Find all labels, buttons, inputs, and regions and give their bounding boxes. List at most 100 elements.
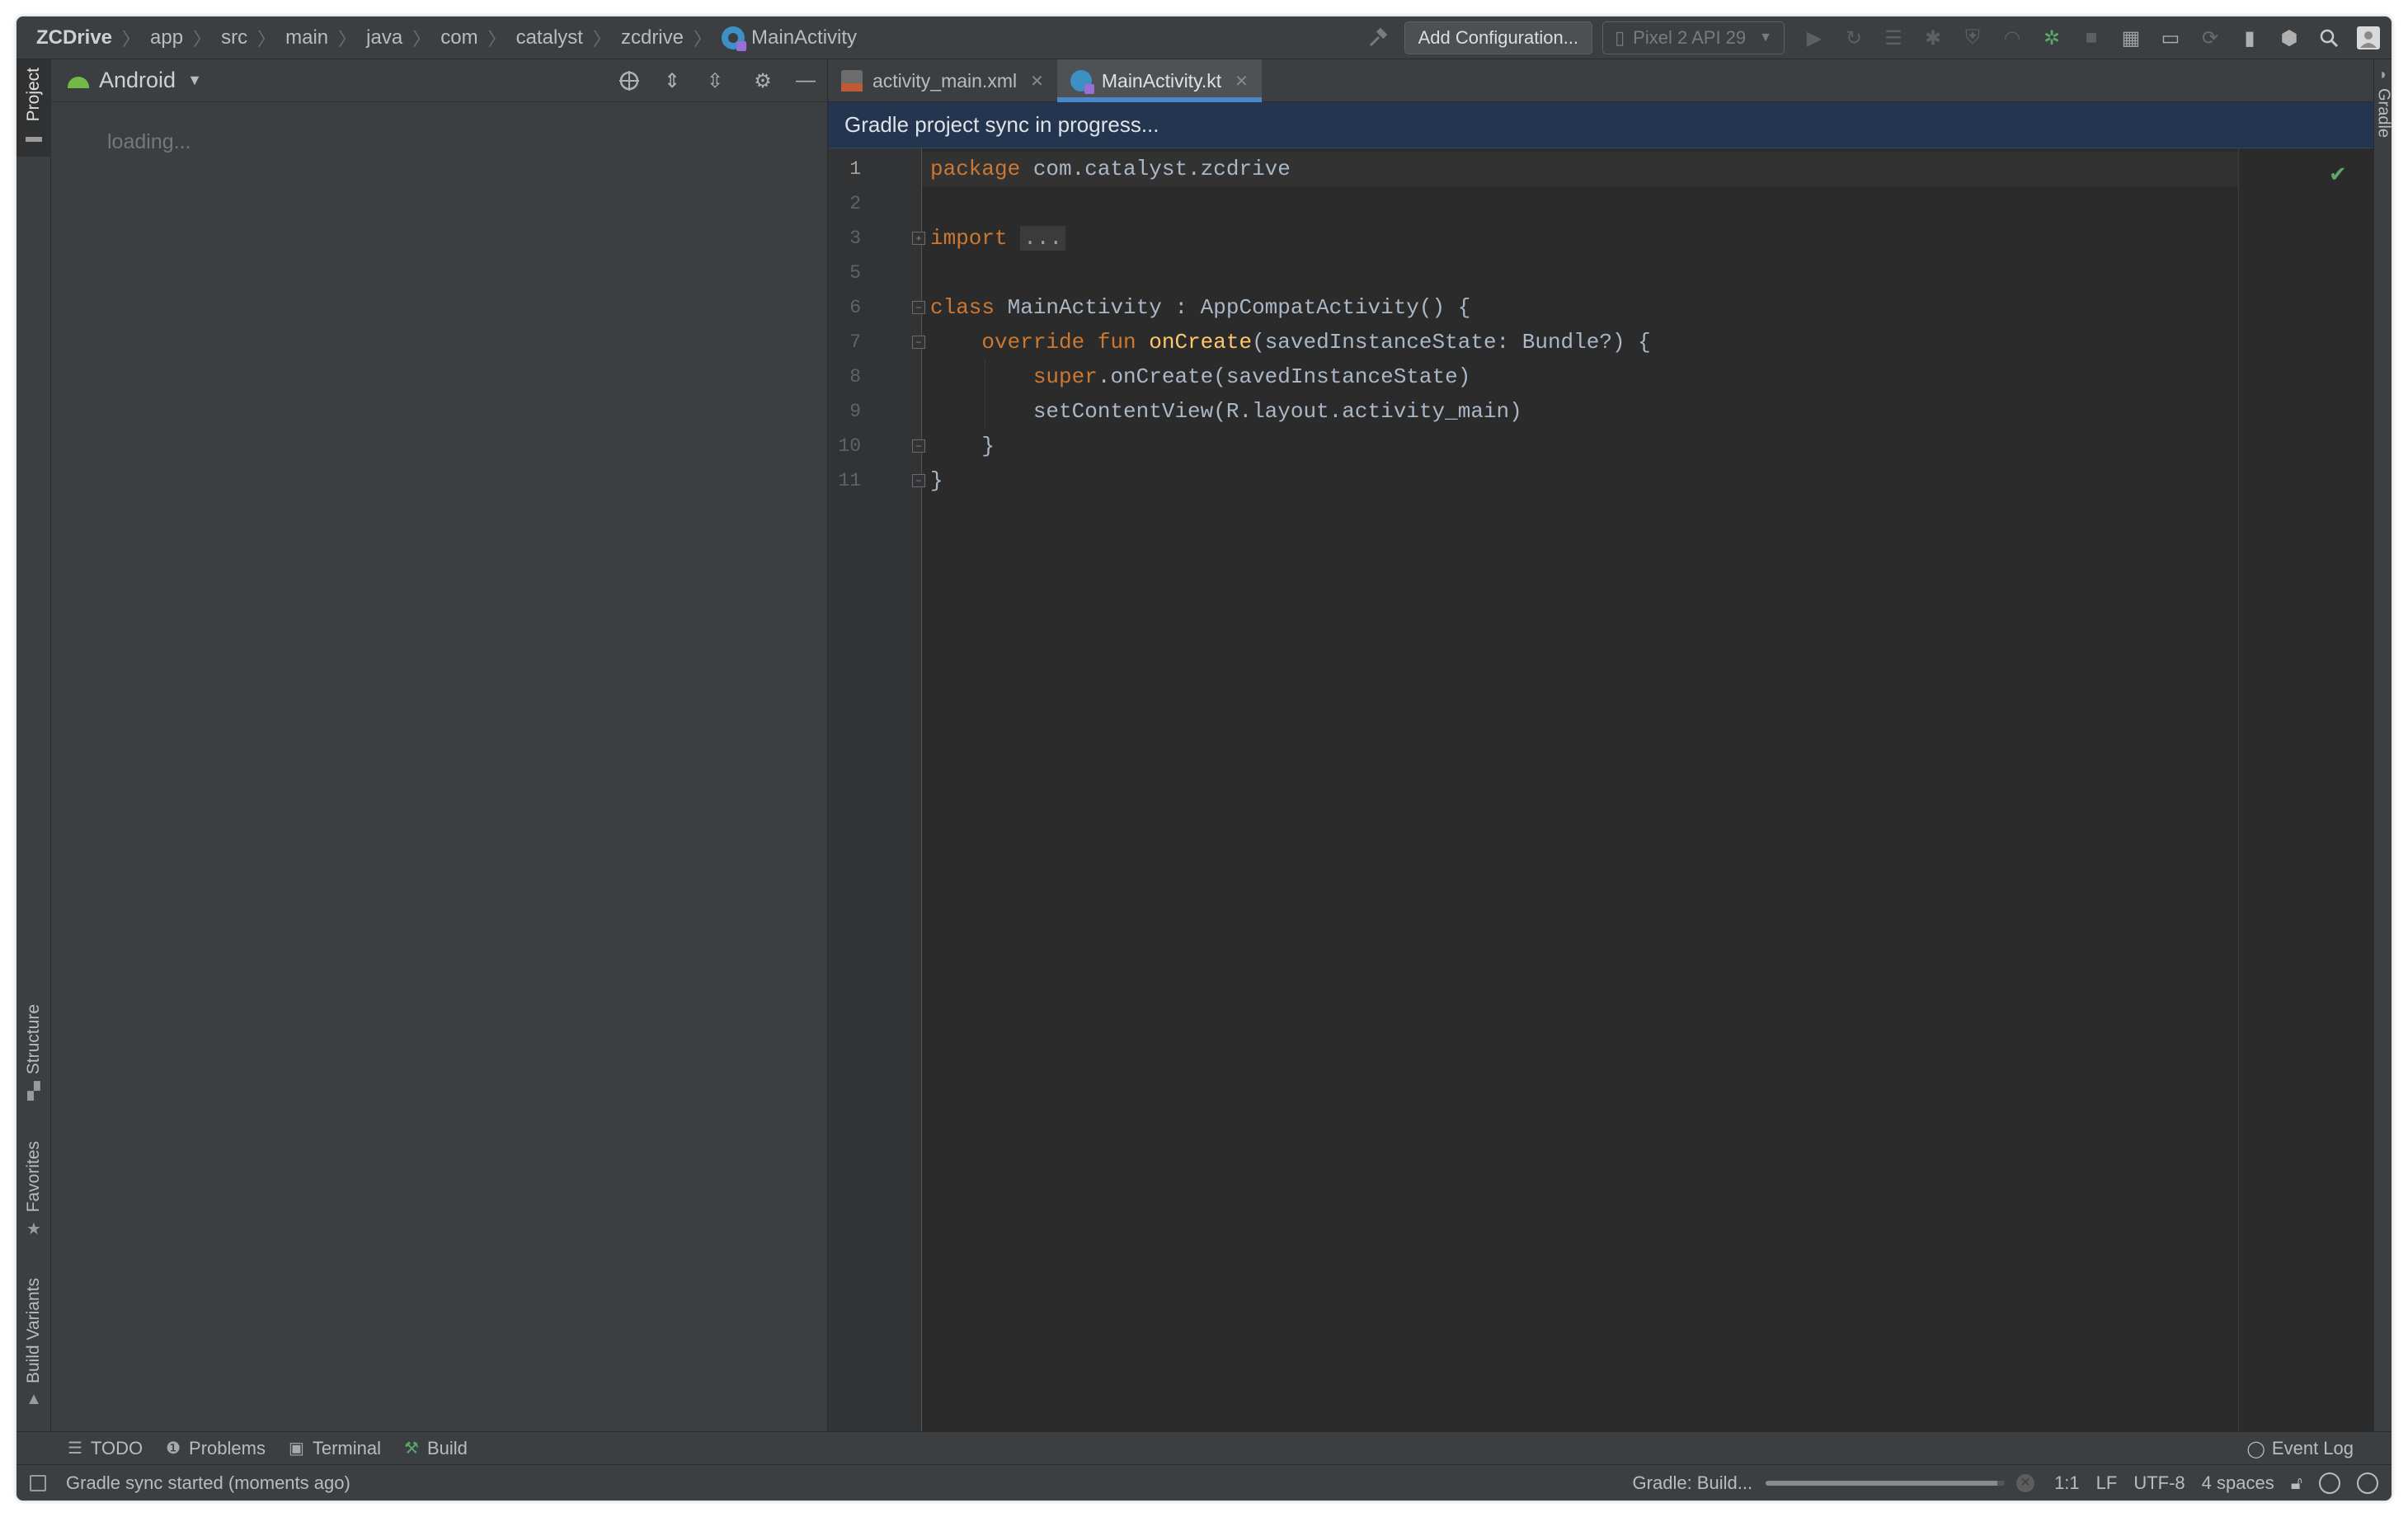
tool-window-project[interactable]: Project ▬ — [16, 59, 51, 157]
apply-changes-icon[interactable]: ↻ — [1842, 26, 1865, 49]
stop-icon[interactable]: ■ — [2080, 26, 2103, 49]
breadcrumb-java[interactable]: java — [366, 26, 402, 49]
line-number: 11 — [838, 470, 861, 491]
breadcrumb-src[interactable]: src — [221, 26, 247, 49]
chevron-down-icon: ▼ — [1759, 31, 1772, 45]
fold-collapse-icon[interactable]: − — [912, 336, 925, 349]
device-manager-icon[interactable]: ▮ — [2238, 26, 2261, 49]
sync-gradle-icon[interactable]: ⟳ — [2199, 26, 2222, 49]
keyword: package — [930, 157, 1021, 181]
tool-window-gradle[interactable]: ◗ Gradle — [2374, 59, 2392, 138]
progress-fill — [1766, 1481, 1998, 1486]
status-message[interactable]: Gradle sync started (moments ago) — [66, 1472, 350, 1494]
breadcrumb-zcdrive[interactable]: zcdrive — [621, 26, 684, 49]
account-icon[interactable] — [2357, 26, 2380, 49]
project-structure-icon[interactable]: ▦ — [2119, 26, 2142, 49]
cancel-task-icon[interactable]: ✕ — [2016, 1474, 2035, 1492]
breadcrumb-separator-icon: 〉 — [592, 28, 611, 49]
gradle-elephant-icon: ◗ — [2378, 66, 2388, 82]
folder-icon: ▬ — [26, 128, 42, 147]
indent-setting[interactable]: 4 spaces — [2202, 1472, 2274, 1494]
star-icon: ★ — [26, 1220, 41, 1239]
build-variants-tab-label: Build Variants — [24, 1278, 43, 1384]
collapse-all-icon[interactable]: ⇳ — [703, 69, 727, 92]
code-line-1: package com.catalyst.zcdrive — [930, 152, 1291, 186]
code-text: } — [930, 468, 943, 493]
editor-area: activity_main.xml ✕ MainActivity.kt ✕ Gr… — [828, 59, 2373, 1458]
apply-code-changes-icon[interactable]: ☰ — [1882, 26, 1905, 49]
layout-file-icon — [841, 70, 863, 92]
locate-file-icon[interactable] — [618, 69, 641, 92]
caret-position[interactable]: 1:1 — [2054, 1472, 2080, 1494]
tool-window-event-log[interactable]: ◯ Event Log — [2247, 1432, 2354, 1465]
keyword: super — [1032, 364, 1098, 389]
chevron-down-icon[interactable]: ▼ — [187, 72, 202, 89]
expand-all-icon[interactable]: ⇕ — [661, 69, 684, 92]
fold-end-icon[interactable]: − — [912, 439, 925, 453]
background-task-label[interactable]: Gradle: Build... — [1633, 1472, 1753, 1494]
fold-collapse-icon[interactable]: − — [912, 301, 925, 314]
toggle-tool-windows-icon[interactable] — [30, 1474, 46, 1491]
list-icon: ☰ — [68, 1440, 82, 1458]
breadcrumb-separator-icon: 〉 — [338, 28, 357, 49]
code-text: MainActivity : AppCompatActivity() { — [995, 295, 1471, 320]
background-task-progress — [1766, 1481, 2006, 1486]
add-configuration-button[interactable]: Add Configuration... — [1404, 21, 1593, 54]
run-icon[interactable]: ▶ — [1803, 26, 1826, 49]
tool-window-structure[interactable]: Structure ▞ — [16, 1004, 51, 1111]
search-icon[interactable] — [2317, 26, 2340, 49]
android-icon — [68, 73, 89, 88]
fold-expand-icon[interactable]: + — [912, 232, 925, 245]
sdk-manager-icon[interactable]: ⬢ — [2278, 26, 2301, 49]
feedback-icon[interactable] — [2357, 1472, 2378, 1494]
breadcrumb-project[interactable]: ZCDrive — [36, 26, 112, 49]
attach-debugger-icon[interactable]: ✲ — [2040, 26, 2063, 49]
line-number: 2 — [849, 193, 861, 214]
code-editor[interactable]: 1 2 3 5 6 7 8 9 10 11 + − − − − package … — [828, 148, 2373, 1458]
breadcrumb-mainactivity[interactable]: MainActivity — [751, 26, 857, 49]
line-number: 7 — [849, 331, 861, 353]
tool-window-todo[interactable]: ☰ TODO — [68, 1438, 143, 1459]
breadcrumb-main[interactable]: main — [285, 26, 328, 49]
tab-activity-main-xml[interactable]: activity_main.xml ✕ — [828, 59, 1057, 102]
keyword: class — [930, 295, 995, 320]
line-number: 9 — [849, 401, 861, 422]
ide-window: ZCDrive 〉 app 〉 src 〉 main 〉 java 〉 com … — [16, 16, 2392, 1501]
hide-panel-icon[interactable]: — — [794, 69, 817, 92]
close-icon[interactable]: ✕ — [1235, 71, 1249, 92]
fold-end-icon[interactable]: − — [912, 474, 925, 487]
favorites-tab-label: Favorites — [24, 1141, 43, 1213]
debug-icon[interactable]: ✱ — [1921, 26, 1945, 49]
tool-window-build-variants[interactable]: Build Variants ▲ — [16, 1278, 51, 1426]
device-selector[interactable]: ▯ Pixel 2 API 29 ▼ — [1602, 21, 1785, 54]
inspection-profile-icon[interactable] — [2319, 1472, 2340, 1494]
code-line-6: class MainActivity : AppCompatActivity()… — [930, 290, 1470, 325]
avd-manager-icon[interactable]: ▭ — [2159, 26, 2182, 49]
hammer-build-icon[interactable] — [1366, 26, 1390, 49]
close-icon[interactable]: ✕ — [1030, 71, 1044, 92]
project-tree-loading: loading... — [107, 130, 191, 153]
gear-icon[interactable]: ⚙ — [751, 69, 774, 92]
breadcrumb-catalyst[interactable]: catalyst — [516, 26, 583, 49]
tool-window-problems[interactable]: ❶ Problems — [166, 1438, 266, 1459]
line-number: 1 — [849, 158, 861, 180]
tool-window-terminal[interactable]: ▣ Terminal — [289, 1438, 381, 1459]
checkmark-icon[interactable]: ✔ — [2329, 162, 2347, 187]
coverage-icon[interactable]: ⛨ — [1961, 26, 1984, 49]
code-line-10: } — [930, 429, 995, 463]
project-view-selector[interactable]: Android — [99, 68, 176, 93]
lock-icon[interactable]: 🔓︎ — [2291, 1472, 2302, 1494]
folded-imports[interactable]: ... — [1020, 226, 1066, 251]
profile-icon[interactable]: ◠ — [2001, 26, 2024, 49]
tool-window-favorites[interactable]: Favorites ★ — [16, 1141, 51, 1256]
tool-window-build[interactable]: ⚒ Build — [404, 1438, 468, 1459]
breadcrumb-app[interactable]: app — [150, 26, 183, 49]
keyword: override fun — [981, 330, 1136, 355]
file-encoding[interactable]: UTF-8 — [2133, 1472, 2185, 1494]
function-name: onCreate — [1149, 330, 1253, 355]
device-label: Pixel 2 API 29 — [1633, 27, 1747, 48]
breadcrumb-com[interactable]: com — [440, 26, 477, 49]
right-margin-guide — [2238, 148, 2239, 1458]
line-separator[interactable]: LF — [2096, 1472, 2118, 1494]
tab-mainactivity-kt[interactable]: MainActivity.kt ✕ — [1056, 59, 1262, 102]
